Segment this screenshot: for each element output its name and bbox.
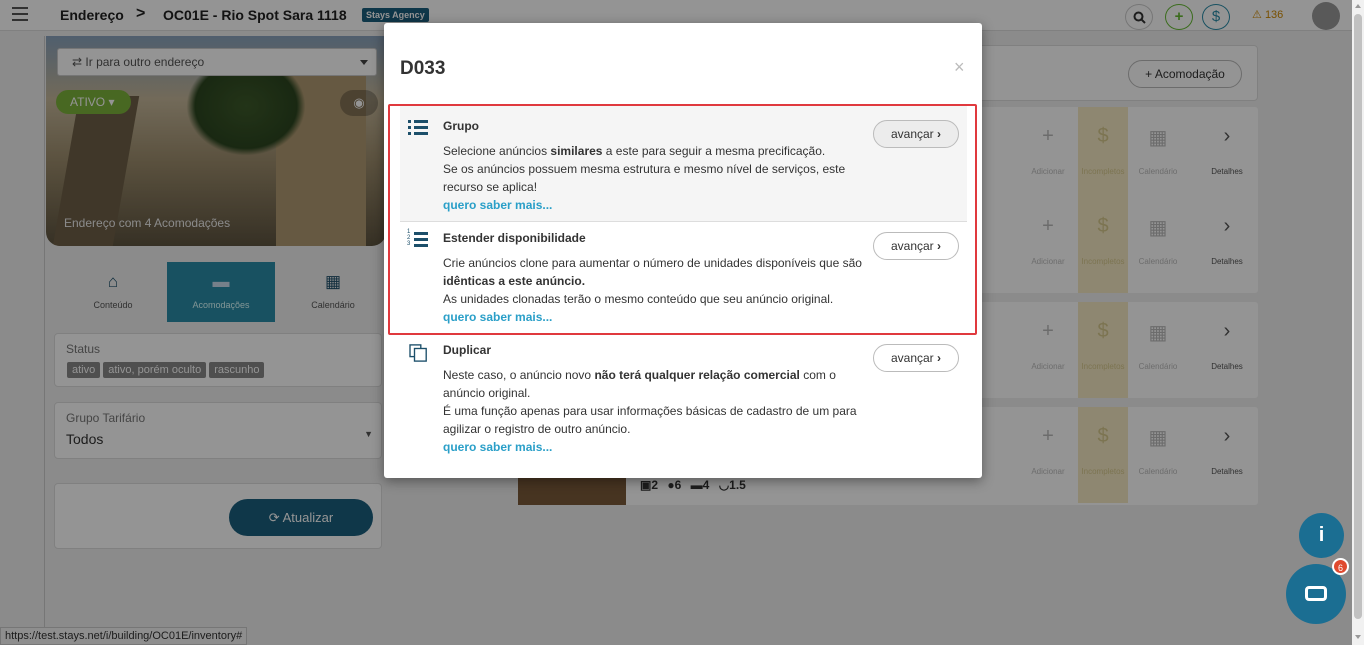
option-description: Neste caso, o anúncio novo não terá qual…	[443, 368, 857, 454]
chat-button[interactable]: 6	[1286, 558, 1349, 624]
duplicate-advance-button[interactable]: avançar ›	[873, 344, 959, 372]
copy-icon	[409, 344, 427, 362]
modal-title: D033	[400, 58, 446, 79]
info-button[interactable]: i	[1299, 513, 1344, 558]
option-duplicate: Duplicar Neste caso, o anúncio novo não …	[400, 330, 967, 470]
learn-more-link[interactable]: quero saber mais...	[443, 440, 552, 454]
chevron-right-icon: ›	[937, 351, 942, 365]
info-icon: i	[1318, 524, 1325, 546]
scrollbar[interactable]	[1352, 0, 1364, 645]
chat-badge: 6	[1332, 558, 1349, 575]
highlight-box	[388, 104, 977, 335]
option-title: Duplicar	[443, 343, 492, 357]
advance-label: avançar	[890, 351, 934, 365]
close-icon[interactable]: ×	[954, 57, 965, 78]
chat-icon	[1305, 586, 1327, 601]
